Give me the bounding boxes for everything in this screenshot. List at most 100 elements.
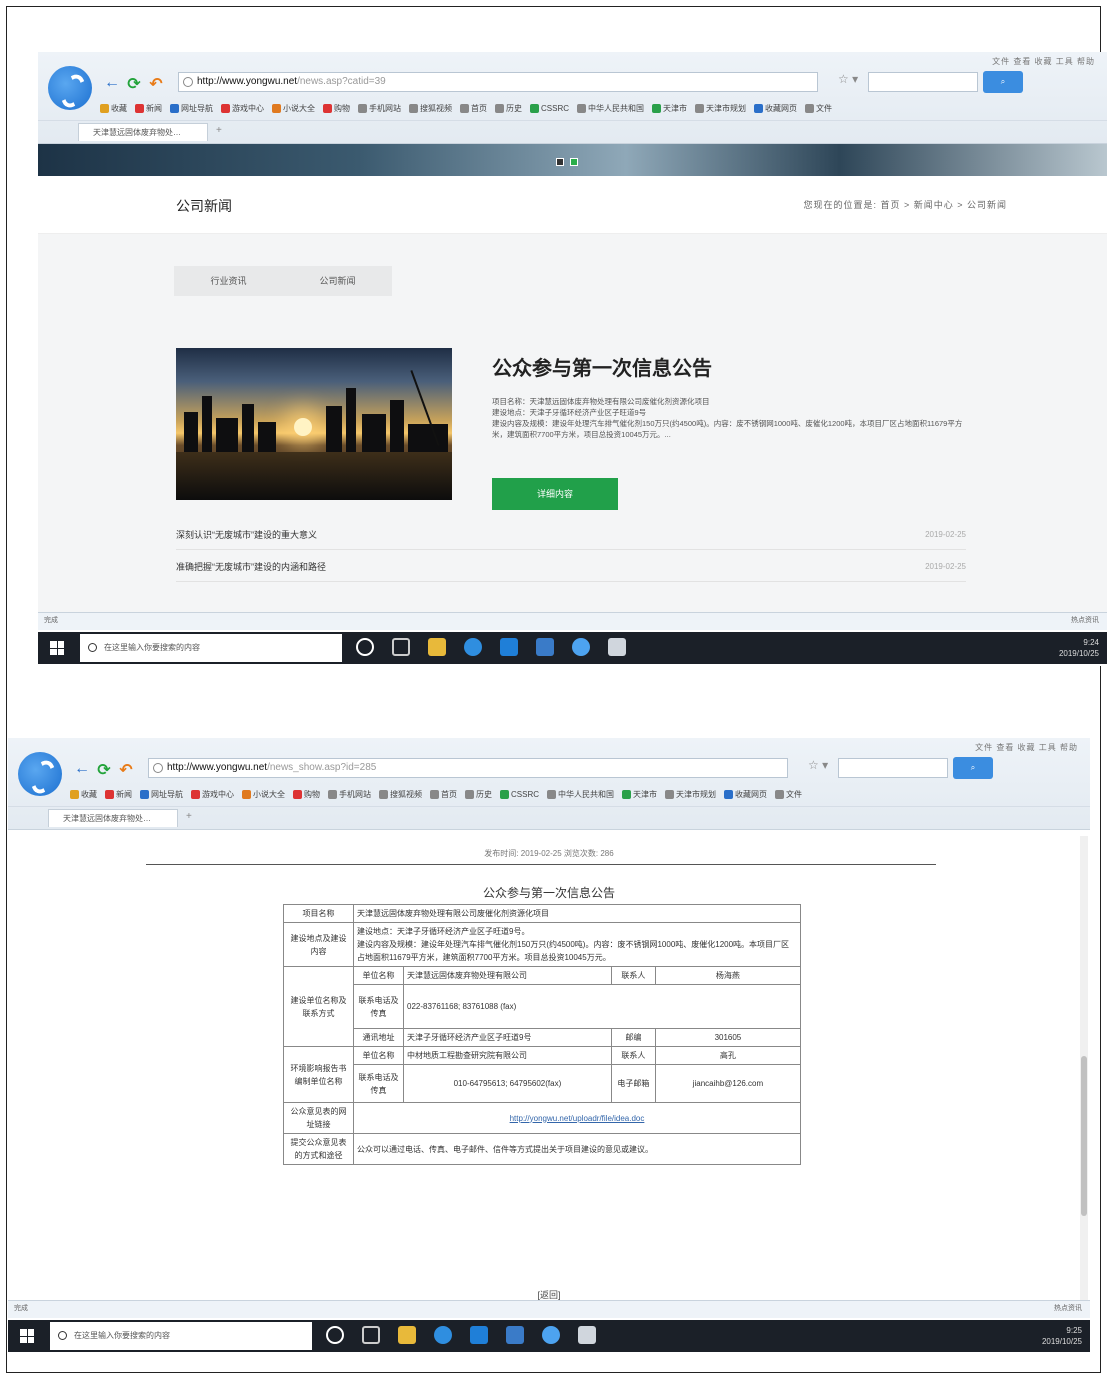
browser-search-input[interactable] <box>838 758 948 778</box>
feature-title[interactable]: 公众参与第一次信息公告 <box>492 352 712 381</box>
breadcrumb[interactable]: 您现在的位置是: 首页 > 新闻中心 > 公司新闻 <box>803 198 1007 211</box>
bookmark-icon <box>530 103 539 113</box>
browser-tab[interactable]: 天津慧远固体废弃物处… <box>78 123 208 141</box>
address-bar[interactable]: http://www.yongwu.net/news_show.asp?id=2… <box>148 758 788 778</box>
notes-icon[interactable] <box>578 1326 596 1344</box>
bookmark-item[interactable]: 收藏 <box>100 100 127 116</box>
bookmark-item[interactable]: CSSRC <box>500 786 539 802</box>
system-tray-clock[interactable]: 9:25 2019/10/25 <box>1042 1325 1082 1347</box>
task-view-icon[interactable] <box>362 1326 380 1344</box>
tab-bar: 天津慧远固体废弃物处… + <box>8 806 1090 828</box>
app-icon[interactable] <box>536 638 554 656</box>
bookmark-item[interactable]: 首页 <box>460 100 487 116</box>
back-arrow-icon[interactable]: ← <box>72 760 92 778</box>
browser-menu[interactable]: 文件 查看 收藏 工具 帮助 <box>992 56 1095 67</box>
bookmark-item[interactable]: 天津市规划 <box>665 786 716 802</box>
undo-icon[interactable]: ↶ <box>146 74 166 94</box>
bookmark-item[interactable]: CSSRC <box>530 100 569 116</box>
bookmark-icon <box>695 103 705 113</box>
bookmark-item[interactable]: 收藏 <box>70 786 97 802</box>
browser-search-input[interactable] <box>868 72 978 92</box>
tab-industry-news[interactable]: 行业资讯 <box>174 266 283 296</box>
new-tab-icon[interactable]: + <box>216 125 222 136</box>
cortana-icon[interactable] <box>326 1326 344 1344</box>
bookmark-icon <box>293 789 302 799</box>
bookmark-item[interactable]: 中华人民共和国 <box>577 100 644 116</box>
windows-start-icon[interactable] <box>50 641 64 655</box>
bookmark-item[interactable]: 新闻 <box>105 786 132 802</box>
bookmark-item[interactable]: 购物 <box>293 786 320 802</box>
bookmark-icon <box>430 789 439 799</box>
bookmark-item[interactable]: 网址导航 <box>170 100 213 116</box>
bookmark-icon <box>652 103 662 113</box>
banner-dot-1[interactable] <box>556 158 564 166</box>
bookmark-item[interactable]: 网址导航 <box>140 786 183 802</box>
back-arrow-icon[interactable]: ← <box>102 74 122 92</box>
cortana-icon[interactable] <box>356 638 374 656</box>
news-list-item[interactable]: 深刻认识“无废城市”建设的重大意义 2019-02-25 <box>176 520 966 550</box>
search-button[interactable]: ⌕ <box>983 71 1023 93</box>
scrollbar-thumb[interactable] <box>1081 1056 1087 1216</box>
app-icon[interactable] <box>506 1326 524 1344</box>
browser-tab[interactable]: 天津慧远固体废弃物处… <box>48 809 178 827</box>
bookmark-item[interactable]: 文件 <box>775 786 802 802</box>
bookmark-item[interactable]: 文件 <box>805 100 832 116</box>
browser-app-icon[interactable] <box>434 1326 452 1344</box>
tab-company-news[interactable]: 公司新闻 <box>283 266 392 296</box>
banner-dot-2[interactable] <box>570 158 578 166</box>
search-button[interactable]: ⌕ <box>953 757 993 779</box>
bookmark-item[interactable]: 购物 <box>323 100 350 116</box>
bookmark-icon <box>547 789 557 799</box>
bookmark-item[interactable]: 收藏网页 <box>754 100 797 116</box>
scrollbar[interactable] <box>1080 836 1088 1306</box>
news-list-item[interactable]: 准确把握“无废城市”建设的内涵和路径 2019-02-25 <box>176 552 966 582</box>
bookmark-icon <box>328 789 337 799</box>
browser-app-icon[interactable] <box>464 638 482 656</box>
bookmark-item[interactable]: 搜狐视频 <box>409 100 452 116</box>
bookmark-item[interactable]: 收藏网页 <box>724 786 767 802</box>
bookmark-icon <box>577 103 587 113</box>
bookmark-icon <box>622 789 632 799</box>
bookmark-item[interactable]: 新闻 <box>135 100 162 116</box>
edge-icon[interactable] <box>500 638 518 656</box>
bookmark-item[interactable]: 小说大全 <box>272 100 315 116</box>
favorite-star-icon[interactable]: ☆ ▾ <box>808 758 828 772</box>
notes-icon[interactable] <box>608 638 626 656</box>
bookmark-item[interactable]: 游戏中心 <box>221 100 264 116</box>
details-button[interactable]: 详细内容 <box>492 478 618 510</box>
bookmark-item[interactable]: 历史 <box>465 786 492 802</box>
undo-icon[interactable]: ↶ <box>116 760 136 780</box>
refresh-icon[interactable]: ⟳ <box>124 74 144 94</box>
edge-icon[interactable] <box>470 1326 488 1344</box>
bookmark-item[interactable]: 历史 <box>495 100 522 116</box>
bookmark-item[interactable]: 首页 <box>430 786 457 802</box>
windows-start-icon[interactable] <box>20 1329 34 1343</box>
browser-status-bar: 完成 热点资讯 <box>8 1300 1090 1318</box>
new-tab-icon[interactable]: + <box>186 811 192 822</box>
sogou-browser-icon[interactable] <box>542 1326 560 1344</box>
feature-image-sunset-city[interactable] <box>176 348 452 500</box>
file-explorer-icon[interactable] <box>428 638 446 656</box>
bookmark-item[interactable]: 天津市规划 <box>695 100 746 116</box>
bookmark-item[interactable]: 天津市 <box>652 100 687 116</box>
bookmark-item[interactable]: 小说大全 <box>242 786 285 802</box>
refresh-icon[interactable]: ⟳ <box>94 760 114 780</box>
bookmark-item[interactable]: 天津市 <box>622 786 657 802</box>
file-explorer-icon[interactable] <box>398 1326 416 1344</box>
table-cell-label: 环境影响报告书编制单位名称 <box>283 1046 354 1103</box>
sogou-browser-logo <box>48 66 92 110</box>
bookmark-item[interactable]: 游戏中心 <box>191 786 234 802</box>
browser-menu[interactable]: 文件 查看 收藏 工具 帮助 <box>975 742 1078 753</box>
address-bar[interactable]: http://www.yongwu.net/news.asp?catid=39 <box>178 72 818 92</box>
bookmark-item[interactable]: 搜狐视频 <box>379 786 422 802</box>
task-view-icon[interactable] <box>392 638 410 656</box>
opinion-form-link[interactable]: http://yongwu.net/uploadr/file/idea.doc <box>510 1114 645 1123</box>
taskbar-search[interactable]: 在这里输入你要搜索的内容 <box>50 1322 312 1350</box>
bookmark-item[interactable]: 手机网站 <box>358 100 401 116</box>
taskbar-search[interactable]: 在这里输入你要搜索的内容 <box>80 634 342 662</box>
sogou-browser-icon[interactable] <box>572 638 590 656</box>
system-tray-clock[interactable]: 9:24 2019/10/25 <box>1059 637 1099 659</box>
favorite-star-icon[interactable]: ☆ ▾ <box>838 72 858 86</box>
bookmark-item[interactable]: 手机网站 <box>328 786 371 802</box>
bookmark-item[interactable]: 中华人民共和国 <box>547 786 614 802</box>
